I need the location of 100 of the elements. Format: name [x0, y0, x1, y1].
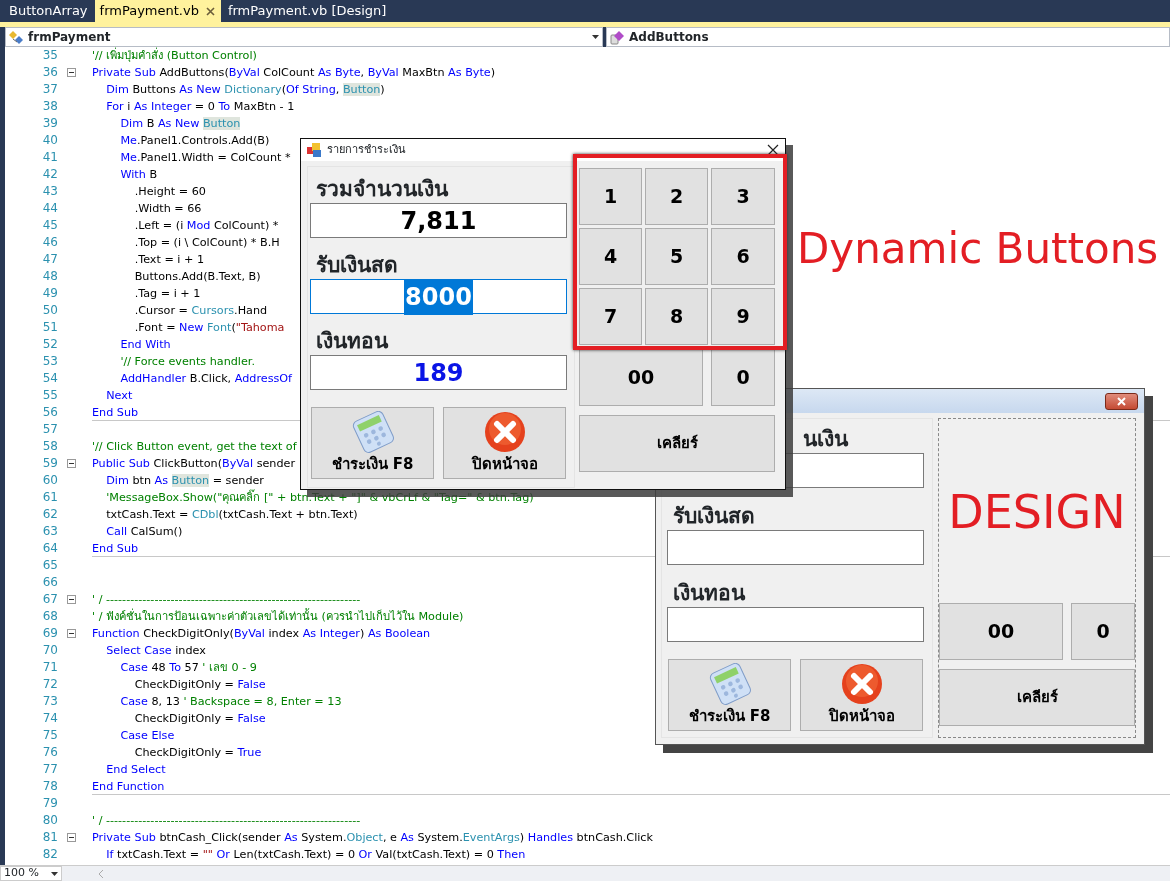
line-number: 80 — [41, 812, 59, 829]
code-line: '// Force events handler. — [119, 355, 255, 368]
collapse-icon[interactable] — [67, 459, 76, 468]
text-field[interactable]: 8000 — [310, 279, 567, 314]
keypad-button[interactable]: 00 — [579, 348, 703, 406]
line-number: 57 — [41, 421, 59, 438]
code-line: Public Sub ClickButton(ByVal sender — [92, 457, 296, 470]
field-label: เงินทอน — [315, 328, 390, 355]
code-line: For i As Integer = 0 To MaxBtn - 1 — [105, 100, 295, 113]
line-number: 45 — [41, 217, 59, 234]
zoom-dropdown[interactable]: 100 % — [0, 866, 62, 881]
text-field[interactable] — [667, 607, 924, 642]
code-line: ' / --------------------------------------------------------------- — [92, 814, 361, 827]
keypad-button[interactable]: 8 — [645, 288, 708, 345]
keypad-button[interactable]: 1 — [579, 168, 642, 225]
keypad-button[interactable]: 5 — [645, 228, 708, 285]
code-line: Case Else — [119, 729, 175, 742]
line-number: 40 — [41, 132, 59, 149]
text-field[interactable]: 7,811 — [310, 203, 567, 238]
code-line: CheckDigitOnly = False — [133, 712, 266, 725]
code-line: txtCash.Text = CDbl(txtCash.Text + btn.Text) — [105, 508, 358, 521]
editor-tab[interactable]: ButtonArray — [4, 0, 93, 22]
code-line: .Top = (i \ ColCount) * B.H — [133, 236, 280, 249]
field-label: เงินทอน — [672, 580, 745, 607]
code-line: End Function — [92, 780, 165, 793]
line-number: 37 — [41, 81, 59, 98]
code-line: Next — [105, 389, 133, 402]
text-field[interactable] — [667, 530, 924, 565]
keypad-button[interactable]: 0 — [1071, 603, 1135, 660]
collapse-icon[interactable] — [67, 68, 76, 77]
code-line: Case 48 To 57 ' เลข 0 - 9 — [119, 661, 257, 674]
keypad-button[interactable]: 6 — [711, 228, 775, 285]
collapse-icon[interactable] — [67, 595, 76, 604]
keypad-button[interactable]: 3 — [711, 168, 775, 225]
keypad-button[interactable]: 7 — [579, 288, 642, 345]
line-number: 76 — [41, 744, 59, 761]
code-line: '// Click Button event, get the text of — [92, 440, 297, 453]
keypad-button[interactable]: 4 — [579, 228, 642, 285]
collapse-icon[interactable] — [67, 629, 76, 638]
action-button[interactable]: ชำระเงิน F8 — [668, 659, 791, 731]
line-number: 50 — [41, 302, 59, 319]
line-number: 78 — [41, 778, 59, 795]
code-line: Dim Buttons As New Dictionary(Of String, Button) — [105, 83, 385, 96]
design-label: DESIGN — [948, 484, 1126, 540]
line-number: 62 — [41, 506, 59, 523]
line-number: 61 — [41, 489, 59, 506]
class-dropdown[interactable]: frmPayment — [5, 27, 603, 47]
code-line: .Left = (i Mod ColCount) * — [133, 219, 279, 232]
cancel-icon — [483, 410, 526, 453]
keypad-button[interactable]: 2 — [645, 168, 708, 225]
field-label: นเงิน — [802, 426, 848, 453]
member-dropdown[interactable]: AddButtons — [606, 27, 1170, 47]
code-line: Me.Panel1.Width = ColCount * — [119, 151, 291, 164]
code-line: '// เพิ่มปุ่มคำสั่ง (Button Control) — [92, 49, 257, 62]
line-number: 51 — [41, 319, 59, 336]
action-button[interactable]: ปิดหน้าจอ — [800, 659, 923, 731]
editor-tab[interactable]: frmPayment.vb [Design] — [222, 0, 392, 22]
code-line: Select Case index — [105, 644, 206, 657]
line-number: 39 — [41, 115, 59, 132]
code-line: With B — [119, 168, 158, 181]
code-line: End Select — [105, 763, 166, 776]
line-number: 72 — [41, 676, 59, 693]
line-number: 55 — [41, 387, 59, 404]
text-field[interactable]: 189 — [310, 355, 567, 390]
window-title: รายการชำระเงิน — [327, 141, 406, 158]
code-line: CheckDigitOnly = False — [133, 678, 266, 691]
line-number: 48 — [41, 268, 59, 285]
line-number: 43 — [41, 183, 59, 200]
line-number: 70 — [41, 642, 59, 659]
line-number: 77 — [41, 761, 59, 778]
collapse-icon[interactable] — [67, 833, 76, 842]
code-line: .Tag = i + 1 — [133, 287, 201, 300]
line-number: 36 — [41, 64, 59, 81]
line-number: 60 — [41, 472, 59, 489]
keypad-button[interactable]: 00 — [939, 603, 1063, 660]
clear-button[interactable]: เคลียร์ — [579, 415, 775, 472]
keypad-button[interactable]: 9 — [711, 288, 775, 345]
code-line: Buttons.Add(B.Text, B) — [133, 270, 261, 283]
code-line: ' / --------------------------------------------------------------- — [92, 593, 361, 606]
caret-icon — [51, 871, 58, 876]
line-number: 52 — [41, 336, 59, 353]
clear-button[interactable]: เคลียร์ — [939, 669, 1135, 726]
method-icon — [610, 29, 625, 45]
code-line: .Font = New Font("Tahoma — [133, 321, 285, 334]
line-number: 74 — [41, 710, 59, 727]
class-icon — [9, 29, 24, 45]
action-button[interactable]: ปิดหน้าจอ — [443, 407, 566, 479]
close-button[interactable] — [1105, 392, 1138, 410]
field-label: รวมจำนวนเงิน — [315, 176, 450, 203]
line-number: 54 — [41, 370, 59, 387]
action-button[interactable]: ชำระเงิน F8 — [311, 407, 434, 479]
keypad-button[interactable]: 0 — [711, 348, 775, 406]
code-line: Function CheckDigitOnly(ByVal index As Integer) As Boolean — [92, 627, 431, 640]
line-number: 79 — [41, 795, 59, 812]
line-number: 81 — [41, 829, 59, 846]
line-number: 69 — [41, 625, 59, 642]
close-icon[interactable] — [767, 144, 779, 156]
line-number: 38 — [41, 98, 59, 115]
editor-tab[interactable]: frmPayment.vb — [94, 0, 221, 22]
code-line: Dim B As New Button — [119, 117, 241, 130]
